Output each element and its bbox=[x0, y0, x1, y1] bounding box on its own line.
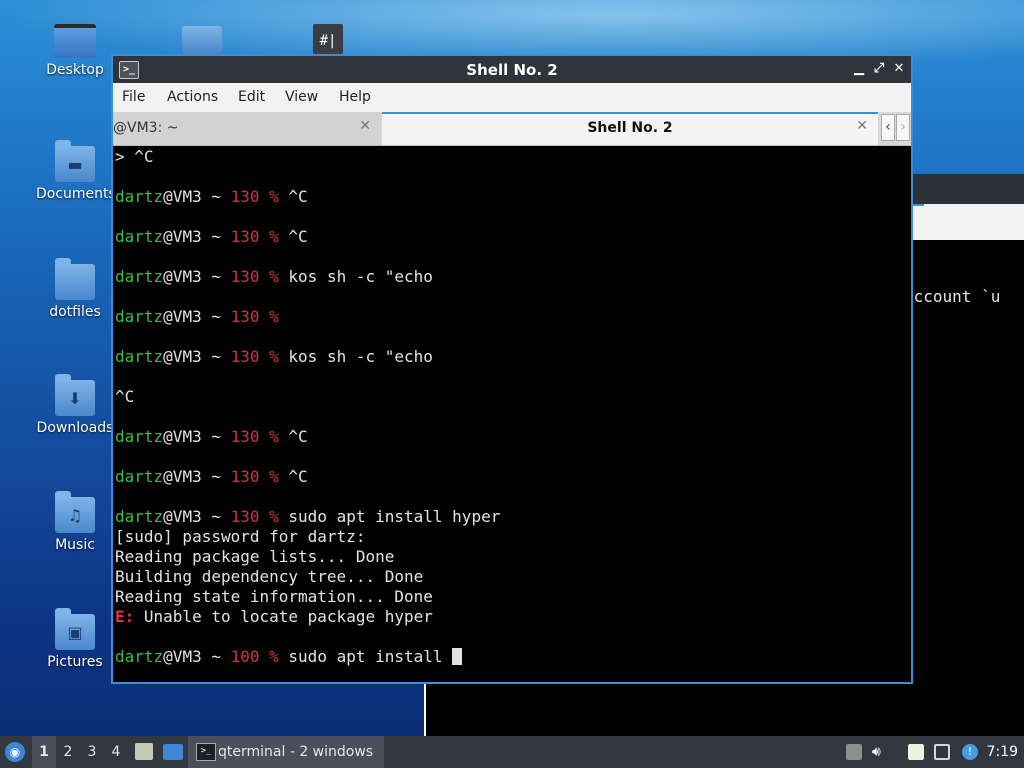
tab-label: @VM3: ~ bbox=[113, 120, 179, 136]
terminal-output[interactable]: > ^C dartz@VM3 ~ 130 % ^C dartz@VM3 ~ 13… bbox=[113, 147, 911, 682]
desktop-icon-label: Documents bbox=[36, 186, 116, 202]
tab-close-icon[interactable]: ✕ bbox=[359, 118, 371, 134]
terminal-error-line: E: Unable to locate package hyper bbox=[115, 607, 433, 626]
menu-actions[interactable]: Actions bbox=[167, 89, 218, 105]
start-menu-icon[interactable]: ◉ bbox=[5, 742, 25, 762]
terminal-line: dartz@VM3 ~ 130 % ^C bbox=[115, 427, 308, 446]
desktop-icon-label: Pictures bbox=[47, 654, 103, 670]
tab-bar: @VM3: ~ ✕ Shell No. 2 ✕ ‹ › bbox=[113, 112, 911, 146]
taskbar-item-label: qterminal - 2 windows bbox=[218, 744, 374, 760]
terminal-line: Building dependency tree... Done bbox=[115, 567, 424, 586]
terminal-line: dartz@VM3 ~ 130 % ^C bbox=[115, 467, 308, 486]
tab-shell-no-2[interactable]: Shell No. 2 ✕ bbox=[382, 112, 878, 145]
terminal-line: dartz@VM3 ~ 130 % ^C bbox=[115, 227, 308, 246]
terminal-launcher-icon[interactable]: #| bbox=[313, 24, 343, 54]
window-titlebar[interactable]: >_ Shell No. 2 ▁ ⤢ ✕ bbox=[113, 56, 911, 83]
home-folder-icon[interactable] bbox=[182, 26, 222, 54]
workspace-2[interactable]: 2 bbox=[56, 736, 80, 768]
terminal-line: dartz@VM3 ~ 130 % kos sh -c "echo bbox=[115, 347, 433, 366]
taskbar: ◉ 1 2 3 4 >_ qterminal - 2 windows 🔊︎ ! … bbox=[0, 736, 1024, 768]
desktop-icon-desktop[interactable]: Desktop bbox=[36, 24, 114, 78]
folder-document-icon: ▬ bbox=[55, 140, 95, 182]
menu-view[interactable]: View bbox=[285, 89, 318, 105]
desktop-icon-label: Music bbox=[55, 537, 95, 553]
workspace-3[interactable]: 3 bbox=[80, 736, 104, 768]
background-window-tab[interactable] bbox=[912, 204, 924, 236]
desktop-icon-label: Desktop bbox=[46, 62, 104, 78]
tab-scroll-right-icon[interactable]: › bbox=[896, 114, 910, 141]
terminal-line: Reading package lists... Done bbox=[115, 547, 395, 566]
volume-icon[interactable]: 🔊︎ bbox=[872, 744, 888, 760]
desktop-icon-downloads[interactable]: ⬇ Downloads bbox=[36, 374, 114, 436]
terminal-line: dartz@VM3 ~ 130 % bbox=[115, 307, 279, 326]
menu-file[interactable]: File bbox=[122, 89, 145, 105]
desktop-icon-pictures[interactable]: ▣ Pictures bbox=[36, 608, 114, 670]
clipboard-icon[interactable] bbox=[908, 744, 924, 760]
clock[interactable]: 7:19 bbox=[987, 736, 1018, 768]
tab-close-icon[interactable]: ✕ bbox=[856, 118, 868, 134]
terminal-line: dartz@VM3 ~ 130 % ^C bbox=[115, 187, 308, 206]
network-icon[interactable] bbox=[934, 744, 950, 760]
folder-download-icon: ⬇ bbox=[55, 374, 95, 416]
terminal-line: Reading state information... Done bbox=[115, 587, 433, 606]
file-manager-launcher-icon[interactable] bbox=[135, 743, 153, 760]
menubar: File Actions Edit View Help bbox=[113, 83, 911, 112]
folder-pictures-icon: ▣ bbox=[55, 608, 95, 650]
terminal-window[interactable]: >_ Shell No. 2 ▁ ⤢ ✕ File Actions Edit V… bbox=[111, 54, 913, 684]
desktop-icon-label: dotfiles bbox=[49, 304, 101, 320]
desktop-icon-music[interactable]: ♫ Music bbox=[36, 491, 114, 553]
window-title: Shell No. 2 bbox=[466, 61, 558, 79]
tab-scroll-left-icon[interactable]: ‹ bbox=[881, 114, 895, 141]
workspace-4[interactable]: 4 bbox=[104, 736, 128, 768]
tab-vm3-home[interactable]: @VM3: ~ ✕ bbox=[113, 112, 381, 145]
desktop-icon-dotfiles[interactable]: dotfiles bbox=[36, 258, 114, 320]
desktop-icon-label: Downloads bbox=[36, 420, 114, 436]
monitor-icon bbox=[54, 24, 96, 58]
minimize-icon[interactable]: ▁ bbox=[849, 59, 869, 79]
show-desktop-icon[interactable] bbox=[163, 744, 183, 760]
terminal-line: > ^C bbox=[115, 147, 154, 166]
text-cursor bbox=[452, 648, 463, 665]
menu-edit[interactable]: Edit bbox=[238, 89, 265, 105]
tab-label: Shell No. 2 bbox=[587, 120, 673, 136]
folder-music-icon: ♫ bbox=[55, 491, 95, 533]
background-window-tabbar bbox=[912, 204, 1024, 240]
folder-icon bbox=[55, 258, 95, 300]
terminal-line: dartz@VM3 ~ 130 % kos sh -c "echo bbox=[115, 267, 433, 286]
terminal-prompt-line[interactable]: dartz@VM3 ~ 100 % sudo apt install bbox=[113, 647, 911, 667]
tray-update-icon[interactable] bbox=[846, 744, 862, 760]
desktop-icon-documents[interactable]: ▬ Documents bbox=[36, 140, 116, 202]
terminal-line: [sudo] password for dartz: bbox=[115, 527, 366, 546]
workspace-1[interactable]: 1 bbox=[32, 736, 56, 768]
menu-help[interactable]: Help bbox=[339, 89, 371, 105]
terminal-line: ^C bbox=[115, 387, 135, 406]
maximize-icon[interactable]: ⤢ bbox=[869, 59, 889, 79]
notification-icon[interactable]: ! bbox=[962, 744, 978, 760]
background-terminal-text: account `u bbox=[904, 287, 1001, 306]
terminal-task-icon: >_ bbox=[196, 743, 216, 761]
taskbar-qterminal-item[interactable]: >_ qterminal - 2 windows bbox=[188, 736, 384, 768]
terminal-line: dartz@VM3 ~ 130 % sudo apt install hyper bbox=[115, 507, 501, 526]
close-icon[interactable]: ✕ bbox=[889, 59, 909, 79]
